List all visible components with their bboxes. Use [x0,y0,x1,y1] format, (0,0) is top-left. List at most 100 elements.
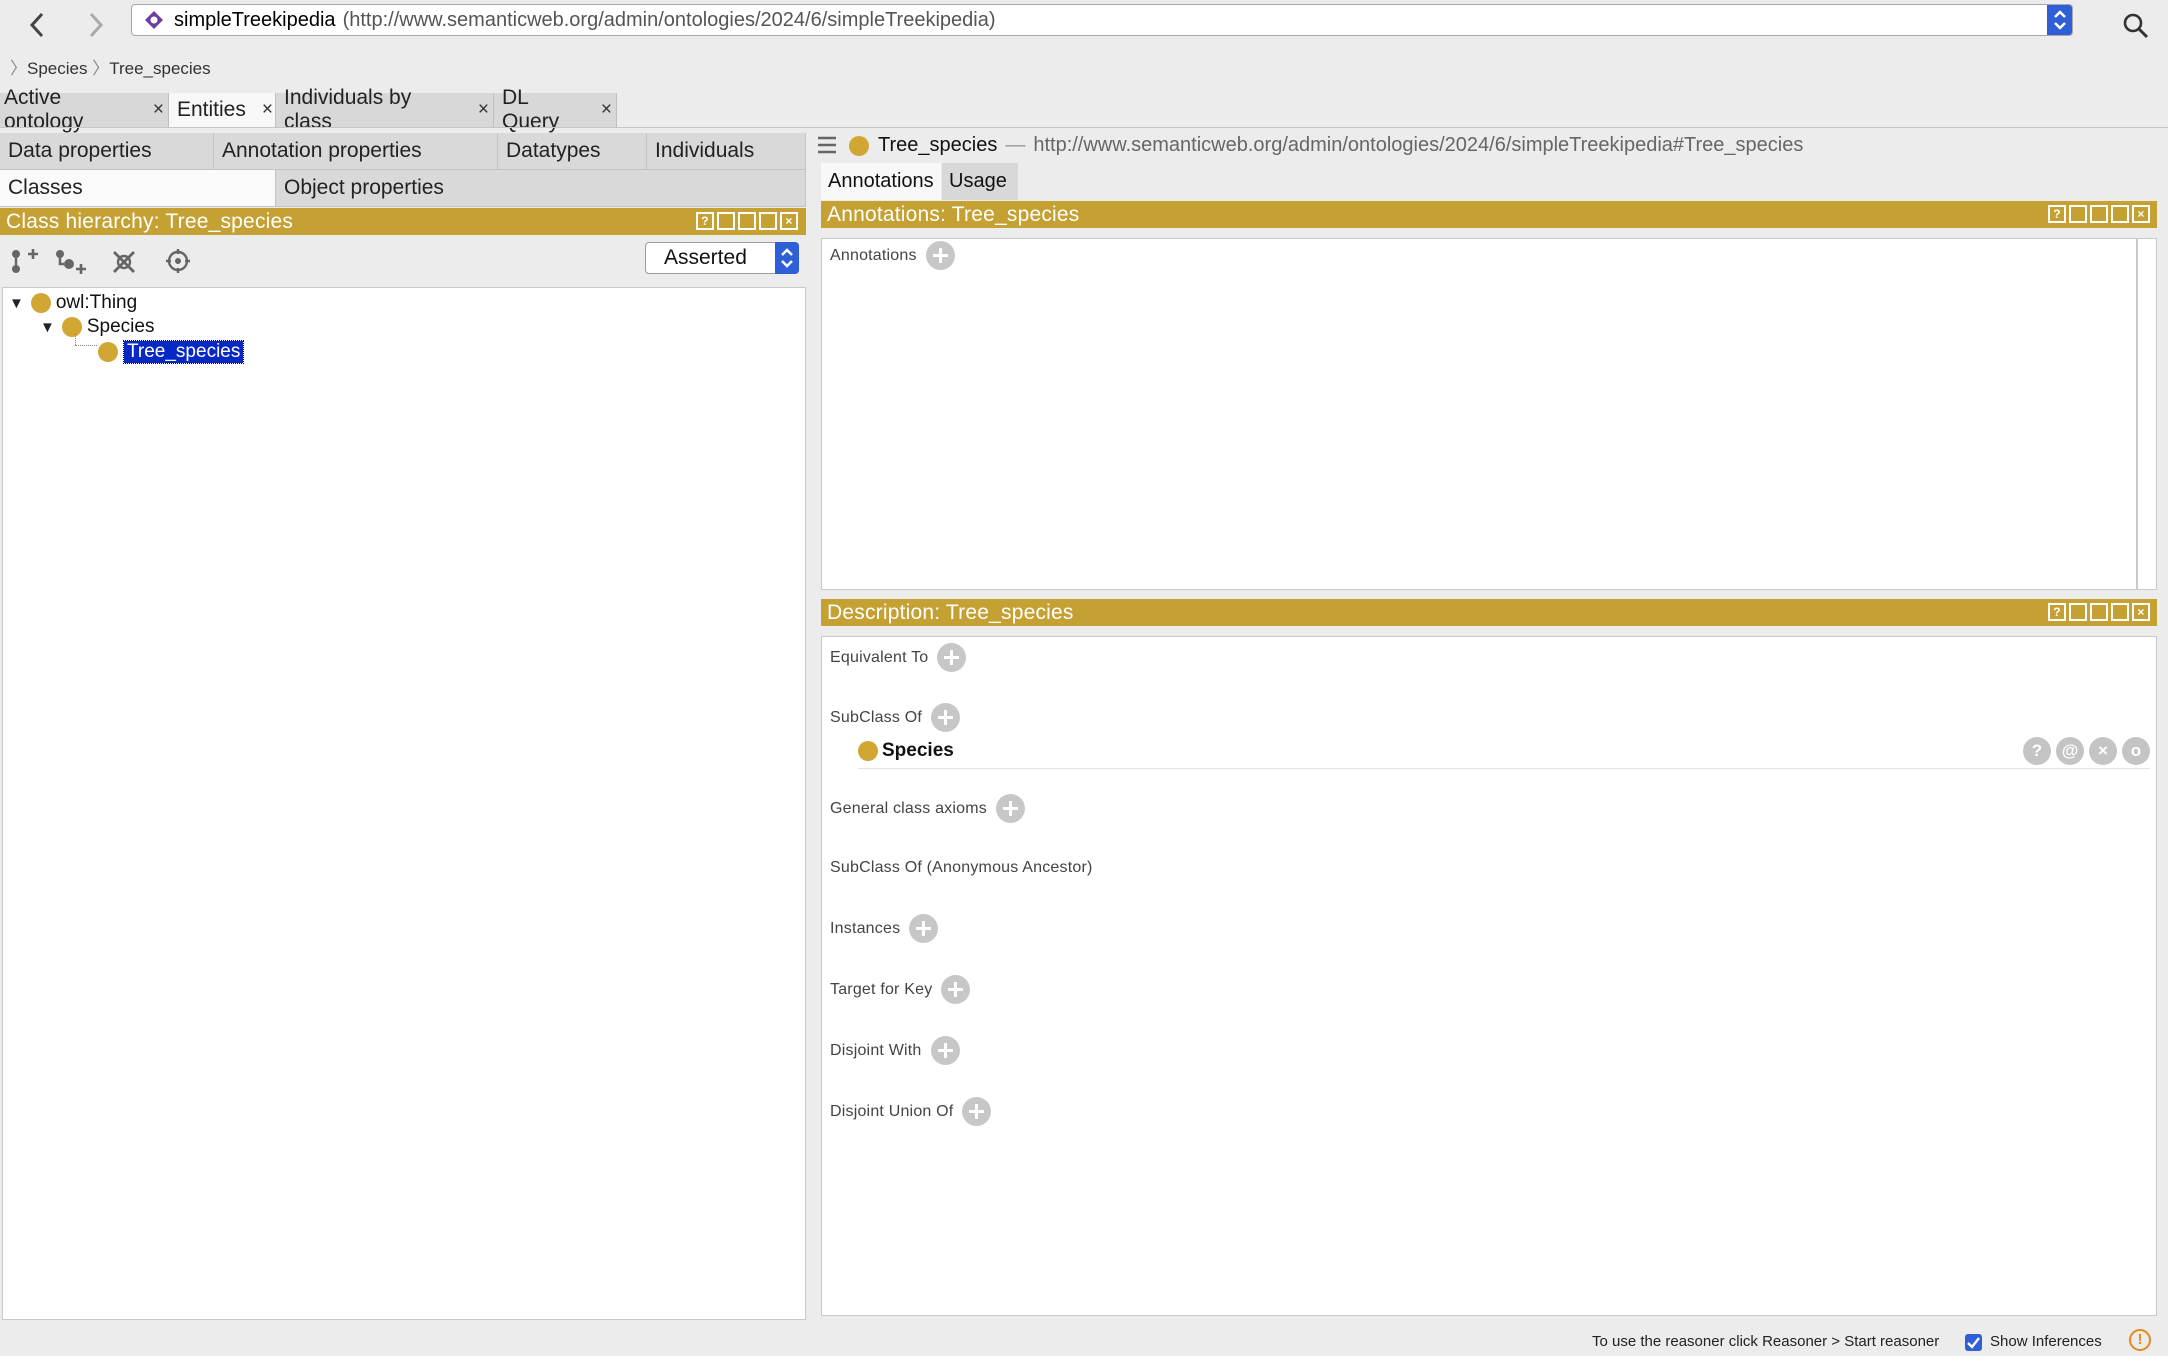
tab-annotation-properties[interactable]: Annotation properties [214,133,498,170]
forward-button[interactable] [81,10,111,40]
show-inferences-checkbox[interactable] [1965,1334,1982,1351]
breadcrumb: 〉Species 〉Tree_species [10,54,211,79]
delete-button[interactable]: × [2089,737,2117,765]
breadcrumb-separator: 〉 [10,59,27,78]
maximize-icon[interactable] [2111,603,2129,621]
split-icon[interactable] [2069,205,2087,223]
find-class-button[interactable] [166,249,190,273]
close-icon[interactable]: × [153,99,164,121]
select-value: Asserted [664,246,747,269]
close-view-icon[interactable]: × [2132,205,2150,223]
minimize-icon[interactable] [738,212,756,230]
close-view-icon[interactable]: × [780,212,798,230]
add-disjoint-union-button[interactable] [962,1097,992,1126]
add-disjoint-button[interactable] [930,1036,960,1065]
tab-usage[interactable]: Usage [942,163,1018,200]
target-for-key-section: Target for Key [830,975,971,1004]
delete-class-button[interactable] [111,249,137,275]
tab-label: Annotations [828,170,934,192]
hierarchy-mode-select[interactable]: Asserted [645,242,799,274]
explain-button[interactable]: ? [2023,737,2051,765]
split-icon[interactable] [2069,603,2087,621]
ontology-icon [145,11,163,29]
tab-data-properties[interactable]: Data properties [0,133,214,170]
entity-header: Tree_species — http://www.semanticweb.or… [849,134,1803,157]
tab-individuals-by-class[interactable]: Individuals by class × [276,86,494,133]
description-panel[interactable]: Equivalent To SubClass Of Species ? @ × … [821,636,2157,1316]
help-icon[interactable]: ? [2048,603,2066,621]
superclass-name: Species [882,739,954,761]
add-subclass-button[interactable] [10,249,40,275]
tab-datatypes[interactable]: Datatypes [498,133,647,170]
add-equivalent-button[interactable] [937,643,967,672]
expand-triangle-icon[interactable]: ▼ [40,319,55,336]
breadcrumb-item[interactable]: Species [27,59,87,78]
panel-title: Description: Tree_species [827,600,1074,624]
close-icon[interactable]: × [601,99,612,121]
entity-dash: — [1005,134,1026,156]
tab-active-ontology[interactable]: Active ontology × [0,86,169,133]
add-instance-button[interactable] [909,914,939,943]
help-icon[interactable]: ? [696,212,714,230]
help-icon[interactable]: ? [2048,205,2066,223]
breadcrumb-separator: 〉 [92,59,110,78]
tree-node-tree-species[interactable]: Tree_species [98,340,245,364]
add-general-axiom-button[interactable] [995,794,1025,823]
instances-section: Instances [830,914,939,943]
annotations-panel[interactable]: Annotations [821,238,2137,590]
main-tab-bar: Active ontology × Entities × Individuals b… [0,86,617,133]
section-label: SubClass Of (Anonymous Ancestor) [830,859,1093,876]
section-label: General class axioms [830,799,987,817]
show-inferences-label[interactable]: Show Inferences [1990,1333,2102,1350]
tab-entities[interactable]: Entities × [169,93,276,127]
split-icon[interactable] [717,212,735,230]
panel-title: Annotations: Tree_species [827,202,1080,226]
subclass-row[interactable]: Species ? @ × o [858,733,2150,769]
breadcrumb-item[interactable]: Tree_species [109,59,210,78]
expand-triangle-icon[interactable]: ▼ [9,295,24,312]
chevron-left-icon [29,12,44,38]
tab-label: Entities [177,98,246,121]
disjoint-with-section: Disjoint With [830,1036,960,1065]
minimize-icon[interactable] [2090,205,2108,223]
tab-label: Usage [949,170,1007,192]
url-dropdown-stepper[interactable] [2047,5,2072,35]
tab-annotations[interactable]: Annotations [821,163,941,200]
add-superclass-button[interactable] [931,703,961,732]
panel-view-controls: ? × [696,212,798,230]
class-tree-panel[interactable]: ▼ owl:Thing ▼ Species Tree_species [2,287,806,1320]
close-view-icon[interactable]: × [2132,603,2150,621]
add-annotation-button[interactable] [925,241,955,270]
row-actions: ? @ × o [2023,737,2150,765]
tree-node-species[interactable]: ▼ Species [40,316,154,338]
maximize-icon[interactable] [759,212,777,230]
search-button[interactable] [2122,12,2150,40]
close-icon[interactable]: × [478,99,489,121]
ontology-title: simpleTreekipedia [174,8,336,31]
hamburger-icon [818,136,836,154]
ontology-url-field[interactable]: simpleTreekipedia (http://www.semanticwe… [131,4,2073,36]
tree-node-owl-thing[interactable]: ▼ owl:Thing [9,292,137,314]
warning-icon[interactable]: ! [2129,1329,2151,1351]
maximize-icon[interactable] [2111,205,2129,223]
annotations-section: Annotations [830,241,955,270]
class-icon [61,317,82,337]
close-icon[interactable]: × [262,99,273,121]
tab-dl-query[interactable]: DL Query × [494,86,617,133]
tab-label: Classes [8,176,83,199]
annotations-scrollbar[interactable] [2137,238,2157,590]
tab-individuals[interactable]: Individuals [647,133,806,170]
minimize-icon[interactable] [2090,603,2108,621]
class-icon [849,135,869,156]
select-stepper[interactable] [775,242,799,274]
back-button[interactable] [22,10,52,40]
edit-button[interactable]: o [2122,737,2150,765]
add-key-button[interactable] [941,975,971,1004]
annotate-button[interactable]: @ [2056,737,2084,765]
tab-label: Annotation properties [222,139,422,162]
add-sibling-button[interactable] [54,249,86,275]
tab-classes[interactable]: Classes [0,170,276,207]
menu-button[interactable] [817,136,837,154]
tab-object-properties[interactable]: Object properties [276,170,806,207]
tree-node-label: owl:Thing [55,292,138,313]
